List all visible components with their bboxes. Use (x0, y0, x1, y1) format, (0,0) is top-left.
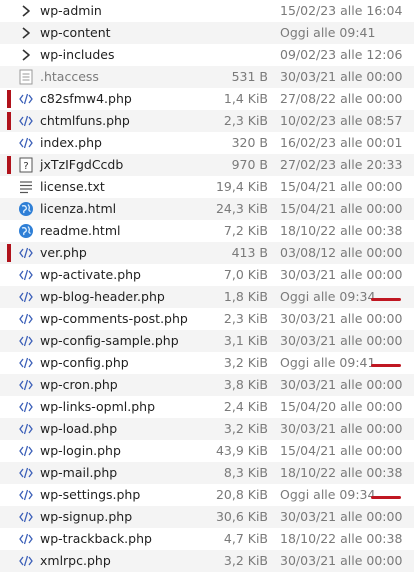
file-row[interactable]: index.php 320 B 16/02/23 alle 00:01 (0, 132, 414, 154)
file-size: 3,2 KiB (223, 421, 268, 436)
file-row[interactable]: wp-signup.php 30,6 KiB 30/03/21 alle 00:00 (0, 506, 414, 528)
file-modified-date: 30/03/21 alle 00:00 (280, 509, 403, 524)
file-size: 8,3 KiB (223, 465, 268, 480)
file-size: 7,2 KiB (223, 223, 268, 238)
file-row[interactable]: c82sfmw4.php 1,4 KiB 27/08/22 alle 00:00 (0, 88, 414, 110)
file-modified-date: Oggi alle 09:41 (280, 25, 376, 40)
file-row[interactable]: wp-cron.php 3,8 KiB 30/03/21 alle 00:00 (0, 374, 414, 396)
file-size: 2,3 KiB (223, 113, 268, 128)
file-size: 3,2 KiB (223, 355, 268, 370)
file-row[interactable]: xmlrpc.php 3,2 KiB 30/03/21 alle 00:00 (0, 550, 414, 572)
file-row[interactable]: ? jxTzIFgdCcdb 970 B 27/02/23 alle 20:33 (0, 154, 414, 176)
file-modified-date: 15/04/21 alle 00:00 (280, 443, 403, 458)
file-size: 3,1 KiB (223, 333, 268, 348)
file-size: 2,3 KiB (223, 311, 268, 326)
file-modified-date: 09/02/23 alle 12:06 (280, 47, 403, 62)
file-row[interactable]: wp-admin 15/02/23 alle 16:04 (0, 0, 414, 22)
file-list: wp-admin 15/02/23 alle 16:04 wp-content Ogg… (0, 0, 414, 572)
red-underline-mark (371, 496, 401, 499)
file-row[interactable]: wp-mail.php 8,3 KiB 18/10/22 alle 00:38 (0, 462, 414, 484)
file-row[interactable]: .htaccess 531 B 30/03/21 alle 00:00 (0, 66, 414, 88)
file-row[interactable]: wp-blog-header.php 1,8 KiB Oggi alle 09:34 (0, 286, 414, 308)
file-modified-date: Oggi alle 09:41 (280, 355, 376, 370)
file-size: 531 B (231, 69, 268, 84)
file-size: 20,8 KiB (215, 487, 268, 502)
file-row[interactable]: ver.php 413 B 03/08/12 alle 00:00 (0, 242, 414, 264)
file-modified-date: 30/03/21 alle 00:00 (280, 421, 403, 436)
file-row[interactable]: wp-includes 09/02/23 alle 12:06 (0, 44, 414, 66)
file-size (0, 0, 268, 22)
file-size: 1,8 KiB (223, 289, 268, 304)
file-row[interactable]: wp-links-opml.php 2,4 KiB 15/04/20 alle 00… (0, 396, 414, 418)
file-modified-date: 15/04/21 alle 00:00 (280, 179, 403, 194)
file-size: 3,8 KiB (223, 377, 268, 392)
file-modified-date: 18/10/22 alle 00:38 (280, 465, 403, 480)
file-size (0, 22, 268, 44)
file-row[interactable]: wp-load.php 3,2 KiB 30/03/21 alle 00:00 (0, 418, 414, 440)
file-row[interactable]: wp-login.php 43,9 KiB 15/04/21 alle 00:00 (0, 440, 414, 462)
file-row[interactable]: readme.html 7,2 KiB 18/10/22 alle 00:38 (0, 220, 414, 242)
red-underline-mark (371, 364, 401, 367)
file-size: 4,7 KiB (223, 531, 268, 546)
file-row[interactable]: wp-config.php 3,2 KiB Oggi alle 09:41 (0, 352, 414, 374)
file-size: 7,0 KiB (223, 267, 268, 282)
file-modified-date: 15/04/21 alle 00:00 (280, 201, 403, 216)
file-modified-date: 27/02/23 alle 20:33 (280, 157, 403, 172)
file-modified-date: 18/10/22 alle 00:38 (280, 531, 403, 546)
file-modified-date: Oggi alle 09:34 (280, 289, 376, 304)
file-modified-date: 15/02/23 alle 16:04 (280, 3, 403, 18)
file-modified-date: 30/03/21 alle 00:00 (280, 69, 403, 84)
file-row[interactable]: wp-comments-post.php 2,3 KiB 30/03/21 alle… (0, 308, 414, 330)
file-size: 3,2 KiB (223, 553, 268, 568)
file-row[interactable]: wp-settings.php 20,8 KiB Oggi alle 09:34 (0, 484, 414, 506)
file-modified-date: 15/04/20 alle 00:00 (280, 399, 403, 414)
red-underline-mark (371, 298, 401, 301)
file-row[interactable]: wp-content Oggi alle 09:41 (0, 22, 414, 44)
file-modified-date: 10/02/23 alle 08:57 (280, 113, 403, 128)
file-modified-date: 30/03/21 alle 00:00 (280, 267, 403, 282)
file-modified-date: Oggi alle 09:34 (280, 487, 376, 502)
file-row[interactable]: wp-config-sample.php 3,1 KiB 30/03/21 alle… (0, 330, 414, 352)
file-modified-date: 30/03/21 alle 00:00 (280, 377, 403, 392)
file-modified-date: 27/08/22 alle 00:00 (280, 91, 403, 106)
file-size: 413 B (231, 245, 268, 260)
file-size: 1,4 KiB (223, 91, 268, 106)
file-modified-date: 16/02/23 alle 00:01 (280, 135, 403, 150)
file-size: 30,6 KiB (215, 509, 268, 524)
file-modified-date: 18/10/22 alle 00:38 (280, 223, 403, 238)
file-size: 320 B (231, 135, 268, 150)
file-row[interactable]: wp-trackback.php 4,7 KiB 18/10/22 alle 00:… (0, 528, 414, 550)
file-size: 24,3 KiB (215, 201, 268, 216)
file-modified-date: 30/03/21 alle 00:00 (280, 333, 403, 348)
file-size: 2,4 KiB (223, 399, 268, 414)
file-size: 19,4 KiB (215, 179, 268, 194)
file-modified-date: 30/03/21 alle 00:00 (280, 553, 403, 568)
file-size (0, 44, 268, 66)
file-row[interactable]: chtmlfuns.php 2,3 KiB 10/02/23 alle 08:57 (0, 110, 414, 132)
file-size: 970 B (231, 157, 268, 172)
file-row[interactable]: wp-activate.php 7,0 KiB 30/03/21 alle 00:0… (0, 264, 414, 286)
file-modified-date: 30/03/21 alle 00:00 (280, 311, 403, 326)
file-row[interactable]: licenza.html 24,3 KiB 15/04/21 alle 00:00 (0, 198, 414, 220)
file-size: 43,9 KiB (215, 443, 268, 458)
file-row[interactable]: license.txt 19,4 KiB 15/04/21 alle 00:00 (0, 176, 414, 198)
file-modified-date: 03/08/12 alle 00:00 (280, 245, 403, 260)
